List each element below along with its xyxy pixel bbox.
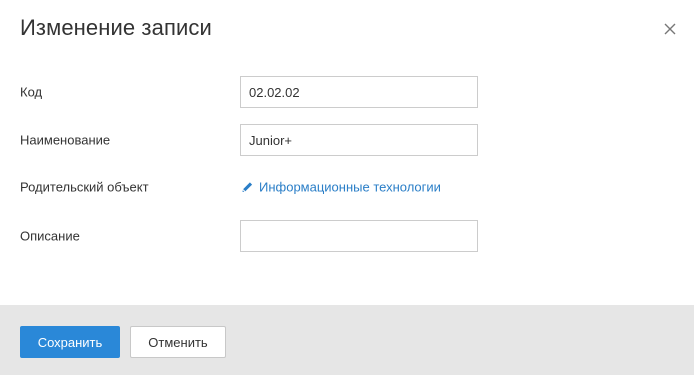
name-label: Наименование — [20, 132, 111, 148]
close-icon — [664, 23, 676, 35]
close-button[interactable] — [663, 22, 683, 42]
name-row: Наименование — [0, 124, 694, 156]
parent-object-link[interactable]: Информационные технологии — [241, 180, 441, 195]
parent-label: Родительский объект — [20, 179, 149, 195]
save-button[interactable]: Сохранить — [20, 326, 120, 358]
name-input[interactable] — [240, 124, 478, 156]
edit-record-dialog: Изменение записи Код Наименование Родите… — [0, 0, 694, 375]
dialog-title: Изменение записи — [20, 15, 212, 40]
description-label: Описание — [20, 228, 80, 244]
description-input[interactable] — [240, 220, 478, 252]
code-label: Код — [20, 84, 43, 100]
code-row: Код — [0, 76, 694, 108]
parent-object-link-text: Информационные технологии — [259, 179, 441, 195]
code-input[interactable] — [240, 76, 478, 108]
cancel-button[interactable]: Отменить — [130, 326, 226, 358]
dialog-footer: Сохранить Отменить — [0, 305, 694, 375]
pencil-icon — [242, 182, 253, 192]
parent-row: Родительский объект Информационные техно… — [0, 171, 694, 203]
description-row: Описание — [0, 220, 694, 252]
